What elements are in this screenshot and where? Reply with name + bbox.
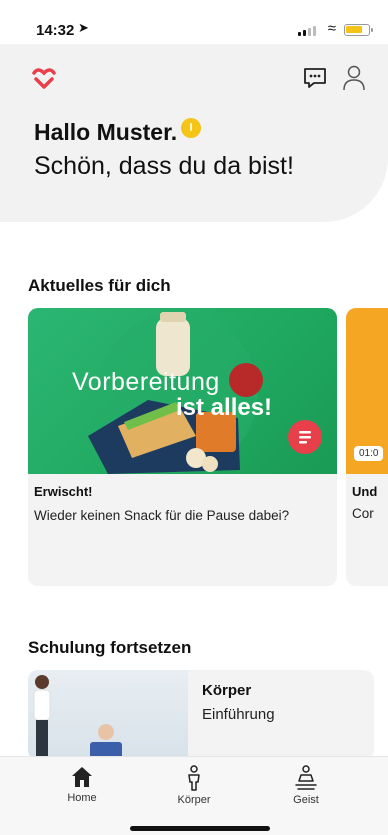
home-indicator	[130, 826, 270, 831]
image-headline-2: ist alles!	[176, 394, 273, 421]
course-continue-card[interactable]: Körper Einführung	[28, 670, 374, 760]
tab-geist[interactable]: Geist	[266, 765, 346, 806]
news-card-eyebrow: Erwischt!	[34, 484, 93, 499]
tab-koerper-label: Körper	[177, 794, 211, 806]
heart-logo-icon	[32, 68, 56, 89]
body-icon	[188, 765, 200, 791]
tab-geist-label: Geist	[293, 794, 319, 806]
profile-icon[interactable]	[342, 64, 366, 92]
chat-icon[interactable]	[302, 66, 328, 90]
news-card-next[interactable]: 01:0 Und Cor	[346, 308, 388, 586]
news-card-next-description: Cor	[352, 506, 374, 521]
tab-bar: Home Körper Geist	[0, 756, 388, 835]
signal-icon	[298, 26, 316, 36]
video-duration: 01:0	[354, 446, 384, 461]
battery-icon	[344, 24, 373, 36]
article-type-badge	[288, 420, 322, 454]
status-time: 14:32	[36, 22, 75, 39]
course-subtitle: Einführung	[202, 706, 275, 723]
greeting-heading: Hallo Muster.	[34, 118, 202, 146]
tab-home-label: Home	[67, 792, 97, 804]
news-card-description: Wieder keinen Snack für die Pause dabei?	[34, 508, 290, 523]
wifi-icon: ≈	[327, 20, 336, 37]
news-card-next-eyebrow: Und	[352, 484, 378, 499]
meditation-icon	[295, 765, 317, 790]
news-card[interactable]: Vorbereitung ist alles! Erwischt! Wieder…	[28, 308, 337, 586]
status-bar: 14:32 ➤ ≈	[0, 0, 388, 44]
news-card-image: Vorbereitung ist alles!	[28, 308, 337, 474]
image-headline-1: Vorbereitung	[72, 368, 220, 396]
tab-koerper[interactable]: Körper	[154, 765, 234, 806]
notification-badge-icon[interactable]	[181, 118, 202, 138]
welcome-text: Schön, dass du da bist!	[34, 152, 294, 180]
course-illustration	[33, 675, 122, 760]
header-hero: Hallo Muster. Schön, dass du da bist!	[0, 44, 388, 222]
courses-section-title: Schulung fortsetzen	[28, 638, 192, 657]
news-section-title: Aktuelles für dich	[28, 276, 171, 295]
course-thumbnail	[28, 670, 188, 760]
course-title: Körper	[202, 682, 252, 699]
home-icon	[72, 767, 92, 787]
text-lines-icon	[299, 431, 311, 444]
location-arrow-icon: ➤	[78, 20, 89, 35]
tab-home[interactable]: Home	[42, 765, 122, 804]
